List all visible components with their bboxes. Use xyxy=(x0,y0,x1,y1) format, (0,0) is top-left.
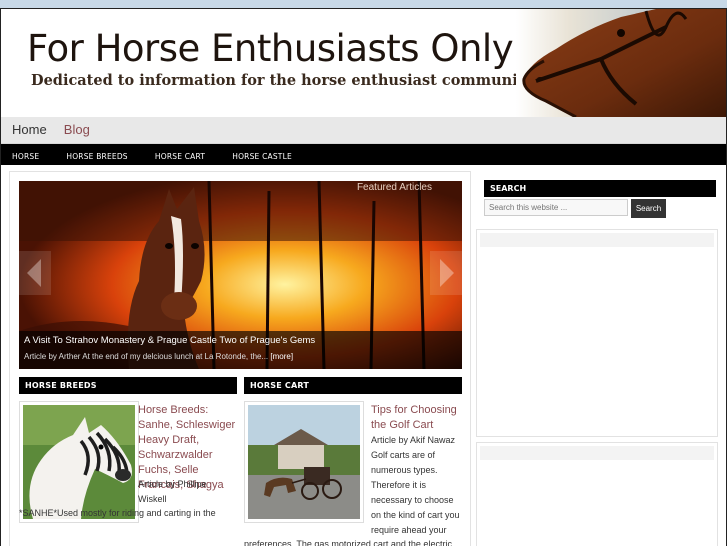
slider-prev-button[interactable] xyxy=(19,251,51,295)
primary-nav: Home Blog xyxy=(1,117,726,144)
content-area: Featured Articles A Visit To Strahov Mon… xyxy=(9,171,471,546)
site-title[interactable]: For Horse Enthusiasts Only xyxy=(27,27,514,70)
post-title-link[interactable]: Tips for Choosing the Golf Cart xyxy=(371,403,463,433)
search-input[interactable] xyxy=(484,199,628,216)
nav-home-link[interactable]: Home xyxy=(12,117,47,143)
widget-top-band xyxy=(480,446,714,460)
slide-excerpt-text: Article by Arther At the end of my delci… xyxy=(24,352,269,361)
horse-breeds-section: HORSE BREEDS Horse Breeds: Sanhe, Schles… xyxy=(19,377,237,523)
slide-title[interactable]: A Visit To Strahov Monastery & Prague Ca… xyxy=(24,335,315,346)
section-heading[interactable]: HORSE CART xyxy=(244,377,462,394)
search-widget: SEARCH Search xyxy=(476,171,716,226)
site-tagline: Dedicated to information for the horse e… xyxy=(31,72,537,89)
slider-caption: A Visit To Strahov Monastery & Prague Ca… xyxy=(19,331,462,369)
header-horse-image xyxy=(516,9,726,117)
nav-horse-castle-link[interactable]: HORSE CASTLE xyxy=(221,146,303,167)
search-widget-heading: SEARCH xyxy=(484,180,716,197)
sidebar-widget xyxy=(476,442,718,546)
site-header: For Horse Enthusiasts Only Dedicated to … xyxy=(1,9,726,118)
featured-slider[interactable]: Featured Articles A Visit To Strahov Mon… xyxy=(19,181,462,369)
nav-horse-cart-link[interactable]: HORSE CART xyxy=(144,146,216,167)
horse-cart-image xyxy=(248,405,360,519)
widget-top-band xyxy=(480,233,714,247)
slide-excerpt: Article by Arther At the end of my delci… xyxy=(24,352,293,361)
chevron-left-icon xyxy=(27,259,41,287)
post-thumbnail[interactable] xyxy=(19,401,139,523)
post-excerpt: *SANHE*Used mostly for riding and cartin… xyxy=(19,508,216,518)
horse-cart-section: HORSE CART Tips for Choosing the Golf Ca… xyxy=(244,377,462,546)
page-frame: For Horse Enthusiasts Only Dedicated to … xyxy=(0,8,727,546)
nav-blog-link[interactable]: Blog xyxy=(64,117,90,143)
sidebar-ad-widget xyxy=(476,229,718,437)
slider-next-button[interactable] xyxy=(430,251,462,295)
nav-horse-link[interactable]: HORSE xyxy=(1,146,50,167)
post-byline: Article by Akif Nawaz Golf carts are of … xyxy=(371,435,460,535)
featured-articles-label: Featured Articles xyxy=(356,182,432,193)
slide-more-link[interactable]: [more] xyxy=(270,352,293,361)
post-thumbnail[interactable] xyxy=(244,401,364,523)
chevron-right-icon xyxy=(440,259,454,287)
nav-horse-breeds-link[interactable]: HORSE BREEDS xyxy=(55,146,138,167)
zebra-horse-image xyxy=(23,405,135,519)
section-heading[interactable]: HORSE BREEDS xyxy=(19,377,237,394)
category-nav: HORSE HORSE BREEDS HORSE CART HORSE CAST… xyxy=(1,144,726,165)
post-byline: Article by Phillipe Wiskell xyxy=(138,479,207,504)
search-button[interactable]: Search xyxy=(631,199,666,218)
